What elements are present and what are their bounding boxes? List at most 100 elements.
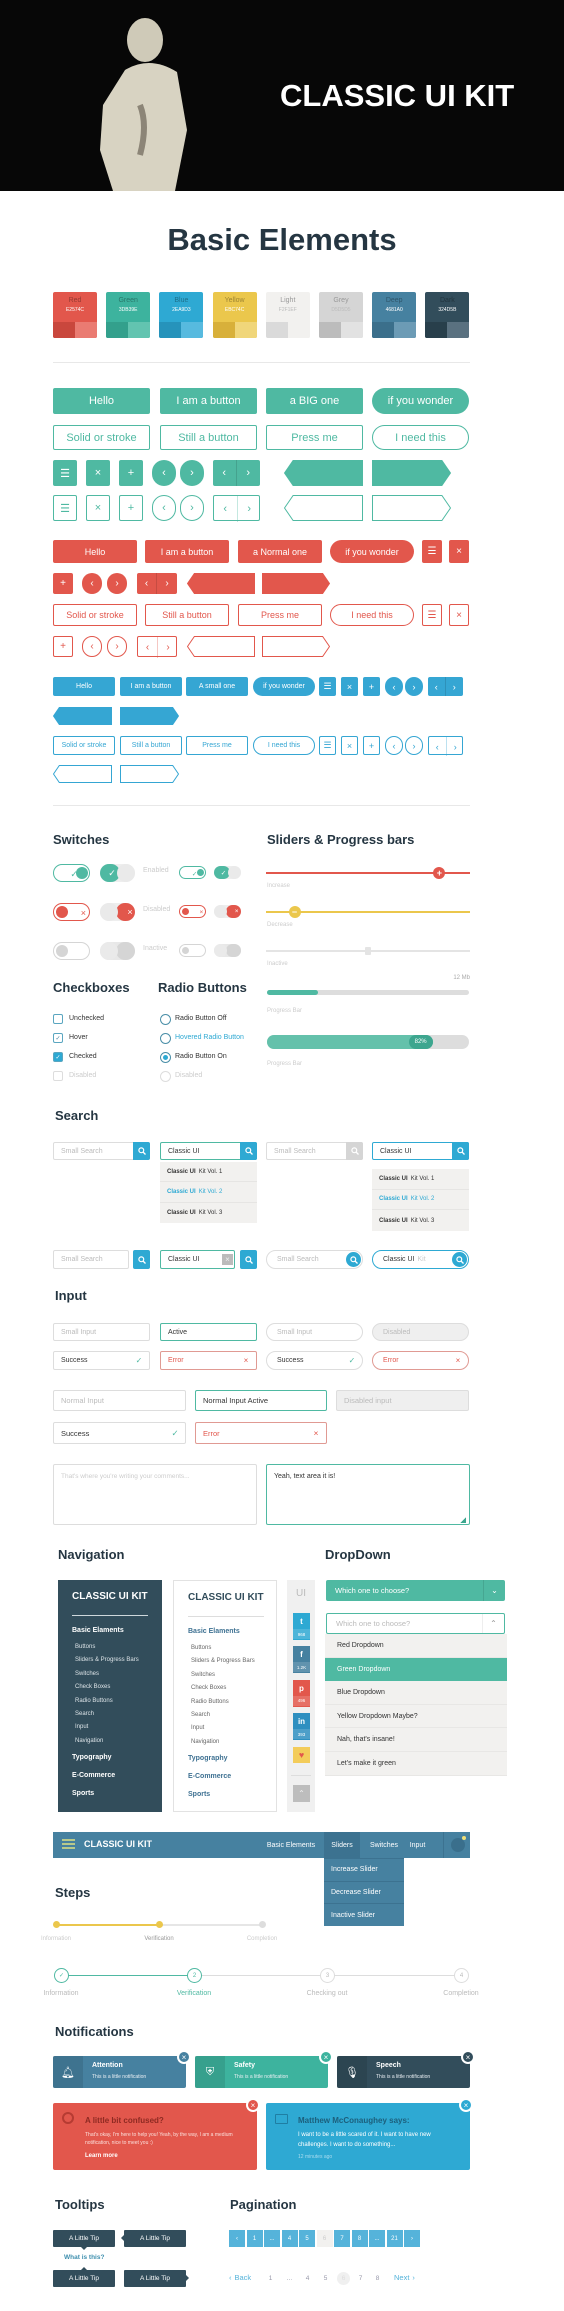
forward-button[interactable]: Forward [262, 573, 330, 594]
nav-section[interactable]: E-Commerce [72, 1772, 115, 1779]
search-result-item[interactable]: Classic UI Kit Vol. 1 [372, 1169, 469, 1190]
plus-button[interactable]: + [119, 495, 143, 521]
error-input[interactable]: Error × [372, 1351, 469, 1370]
search-input[interactable]: Classic UI [372, 1142, 469, 1160]
nav-item[interactable]: Switches [75, 1671, 99, 1677]
page-button[interactable]: ... [369, 2230, 385, 2247]
search-input[interactable]: Small Search [53, 1142, 150, 1160]
navbar-item[interactable]: Switches [367, 1832, 401, 1858]
nav-item[interactable]: Navigation [191, 1739, 219, 1745]
navbar-item[interactable]: Input [405, 1832, 430, 1858]
nav-item[interactable]: Search [75, 1711, 94, 1717]
error-input[interactable]: Error × [195, 1422, 327, 1444]
success-input[interactable]: Success ✓ [53, 1351, 150, 1370]
search-button[interactable] [133, 1142, 150, 1160]
next-button[interactable]: › [157, 573, 177, 594]
dropdown-select-open[interactable]: Which one to choose? ⌃ [326, 1613, 505, 1634]
page-link[interactable]: 1 [264, 2272, 277, 2285]
clear-search-button[interactable]: × [222, 1254, 233, 1265]
search-input[interactable]: Small Search [266, 1250, 363, 1269]
search-result-item[interactable]: Classic UI Kit Vol. 3 [372, 1210, 469, 1231]
toggle-switch[interactable]: ✓ [214, 866, 241, 879]
next-button[interactable]: › [447, 737, 465, 756]
scroll-top-button[interactable]: ⌃ [293, 1785, 310, 1802]
close-button[interactable]: × [341, 736, 358, 755]
prev-next-button-group[interactable]: ‹ › [137, 636, 177, 658]
dropdown-option[interactable]: Yellow Dropdown Maybe? [325, 1704, 507, 1729]
nav-item[interactable]: Sliders & Progress Bars [75, 1657, 139, 1663]
dropdown-option[interactable]: Let's make it green [325, 1752, 507, 1776]
small-input[interactable]: Small Input [53, 1323, 150, 1341]
next-page-link[interactable]: Next › [394, 2273, 415, 2282]
page-link[interactable]: 8 [371, 2272, 384, 2285]
button[interactable]: I need this [253, 736, 315, 755]
forward-button[interactable]: Forward [372, 460, 451, 486]
prev-button[interactable]: ‹ [385, 736, 403, 755]
learn-more-link[interactable]: Learn more [85, 2153, 118, 2159]
menu-button[interactable]: ☰ [319, 677, 336, 696]
page-button[interactable]: ... [264, 2230, 280, 2247]
search-button[interactable] [346, 1252, 361, 1267]
nav-item[interactable]: Switches [191, 1672, 215, 1678]
toggle-switch[interactable]: × [53, 903, 90, 921]
search-button[interactable] [240, 1250, 257, 1269]
page-button[interactable]: 4 [281, 2230, 298, 2247]
next-button[interactable]: › [405, 736, 423, 755]
search-button[interactable] [452, 1142, 469, 1160]
next-button[interactable]: › [405, 677, 423, 696]
prev-next-button-group[interactable]: ‹ › [213, 495, 262, 522]
navbar-item[interactable]: Basic Elements [263, 1832, 319, 1858]
back-button[interactable]: Back [284, 495, 363, 521]
search-result-item[interactable]: Classic UI Kit Vol. 1 [160, 1162, 257, 1183]
plus-button[interactable]: + [363, 677, 380, 696]
search-result-item[interactable]: Classic UI Kit Vol. 3 [160, 1203, 257, 1223]
prev-button[interactable]: ‹ [428, 677, 446, 696]
close-notification-button[interactable]: × [246, 2098, 260, 2112]
prev-button[interactable]: ‹ [82, 636, 102, 657]
success-input[interactable]: Success ✓ [53, 1422, 186, 1444]
facebook-share-button[interactable]: f 1.2K [293, 1646, 310, 1674]
search-input[interactable]: Classic UI × [160, 1250, 235, 1269]
menu-button[interactable]: ☰ [319, 736, 336, 755]
prev-button[interactable]: ‹ [214, 496, 238, 522]
toggle-switch[interactable]: ✓ [179, 866, 206, 879]
checkbox[interactable]: ✓ [53, 1052, 63, 1062]
page-button[interactable]: 1 [246, 2230, 263, 2247]
button[interactable]: Press me [238, 604, 322, 626]
button[interactable]: Still a button [145, 604, 229, 626]
dropdown-option[interactable]: Red Dropdown [325, 1634, 507, 1658]
nav-item[interactable]: Navigation [75, 1738, 103, 1744]
back-page-link[interactable]: ‹ Back [229, 2273, 251, 2282]
page-button[interactable]: 8 [351, 2230, 368, 2247]
radio-button[interactable] [160, 1033, 171, 1044]
forward-button[interactable]: Forward [120, 765, 179, 783]
button[interactable]: I am a button [120, 677, 182, 696]
search-button[interactable] [346, 1142, 363, 1160]
nav-section[interactable]: Typography [188, 1755, 228, 1762]
search-input[interactable]: Classic UI [160, 1142, 257, 1160]
toggle-switch[interactable]: ✓ [100, 864, 135, 882]
nav-item[interactable]: Check Boxes [191, 1685, 226, 1691]
forward-button[interactable]: Forward [372, 495, 451, 521]
next-button[interactable]: › [180, 495, 204, 521]
user-avatar[interactable] [451, 1838, 465, 1852]
nav-item[interactable]: Radio Buttons [75, 1698, 113, 1704]
next-button[interactable]: › [238, 496, 262, 522]
nav-item[interactable]: Check Boxes [75, 1684, 110, 1690]
back-button[interactable]: Back [53, 707, 112, 725]
prev-button[interactable]: ‹ [152, 460, 176, 486]
checkbox[interactable] [53, 1014, 63, 1024]
checkbox[interactable]: ✓ [53, 1033, 63, 1043]
page-link[interactable]: ... [283, 2272, 296, 2285]
small-input-rounded[interactable]: Small Input [266, 1323, 363, 1341]
menu-button[interactable]: ☰ [422, 604, 442, 626]
nav-section[interactable]: E-Commerce [188, 1773, 231, 1780]
back-button[interactable]: Back [53, 765, 112, 783]
hamburger-menu-button[interactable] [62, 1839, 75, 1851]
nav-item[interactable]: Buttons [75, 1644, 95, 1650]
heart-icon[interactable]: ♥ [293, 1747, 310, 1763]
nav-section-basic[interactable]: Basic Elaments [188, 1628, 240, 1635]
dropdown-select[interactable]: Which one to choose? ⌄ [326, 1580, 505, 1601]
page-link[interactable]: 4 [301, 2272, 314, 2285]
slider-thumb[interactable]: − [288, 906, 301, 918]
